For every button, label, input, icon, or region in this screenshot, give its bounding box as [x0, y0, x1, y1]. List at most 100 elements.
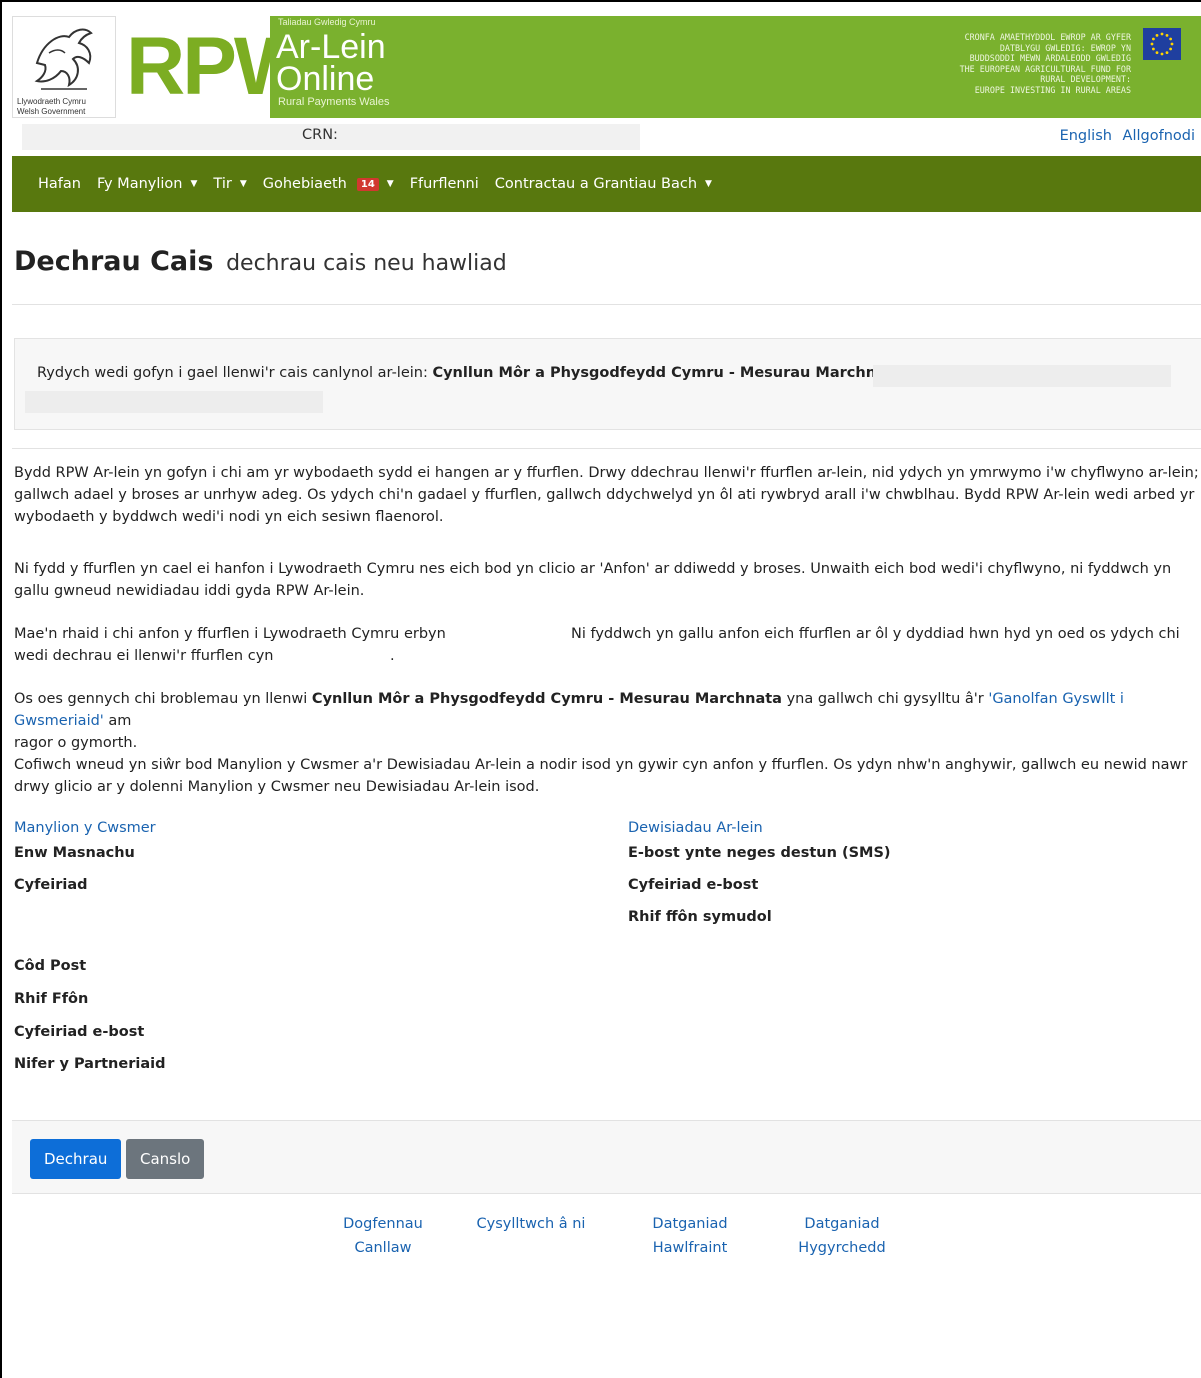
eu-text-line: RURAL DEVELOPMENT: — [1040, 74, 1131, 85]
gov-logo-welsh-text: Llywodraeth Cymru — [17, 97, 86, 106]
banner-ar-lein: Ar-Lein — [276, 28, 386, 66]
online-preferences-link[interactable]: Dewisiadau Ar-lein — [628, 820, 763, 836]
help-text-a: Os oes gennych chi broblemau yn llenwi — [14, 691, 312, 707]
eu-text-line: THE EUROPEAN AGRICULTURAL FUND FOR — [959, 63, 1131, 74]
page-title: Dechrau Cais dechrau cais neu hawliad — [14, 246, 507, 277]
redacted-field — [25, 391, 323, 413]
page-title-main: Dechrau Cais — [14, 246, 214, 277]
partners-text: Nifer y Partneriaid — [14, 1056, 166, 1072]
eu-funding-text: CRONFA AMAETHYDDOL EWROP AR GYFER DATBLY… — [960, 32, 1131, 96]
cancel-button[interactable]: Canslo — [126, 1139, 205, 1179]
contact-channel-label: E-bost ynte neges destun (SMS) — [628, 845, 891, 861]
main-navigation: Hafan Fy Manylion ▼ Tir ▼ Gohebiaeth 14 … — [12, 156, 1201, 212]
guidance-documents-link[interactable]: Dogfennau Canllaw — [338, 1212, 428, 1260]
info-prefix: Rydych wedi gofyn i gael llenwi'r cais c… — [37, 365, 433, 381]
phone-text: Rhif Ffôn — [14, 991, 89, 1007]
deadline-paragraph: Mae'n rhaid i chi anfon y ffurflen i Lyw… — [14, 623, 1201, 667]
eu-text-line: CRONFA AMAETHYDDOL EWROP AR GYFER — [964, 32, 1131, 42]
customer-details-section: Manylion y Cwsmer — [14, 820, 156, 842]
form-actions: Dechrau Canslo — [12, 1120, 1201, 1194]
info-scheme-name: Cynllun Môr a Physgodfeydd Cymru - Mesur… — [432, 365, 903, 381]
intro-paragraph: Bydd RPW Ar-lein yn gofyn i chi am yr wy… — [14, 465, 1199, 525]
online-preferences-section: Dewisiadau Ar-lein — [628, 820, 763, 842]
pref-email-label: Cyfeiriad e-bost — [628, 877, 758, 893]
eu-text-line: EUROPE INVESTING IN RURAL AREAS — [974, 84, 1131, 95]
partners-label: Nifer y Partneriaid — [14, 1056, 165, 1072]
accessibility-line-1: Datganiad — [804, 1216, 880, 1232]
contact-us-text: Cysylltwch â ni — [476, 1216, 586, 1232]
redacted-field — [873, 365, 1171, 387]
gov-logo-english-text: Welsh Government — [17, 107, 86, 116]
site-header: Llywodraeth Cymru Welsh Government RPW T… — [12, 16, 1201, 118]
help-text-d: am — [103, 713, 132, 729]
rpw-online-banner: Taliadau Gwledig Cymru Ar-Lein Online Ru… — [270, 16, 1201, 118]
copyright-line-2: Hawlfraint — [652, 1240, 728, 1256]
deadline-text-d: . — [390, 648, 395, 664]
banner-tagline: Taliadau Gwledig Cymru — [278, 17, 376, 27]
welsh-government-logo[interactable]: Llywodraeth Cymru Welsh Government — [12, 16, 116, 118]
unread-count-badge: 14 — [356, 177, 379, 191]
mobile-label: Rhif ffôn symudol — [628, 909, 772, 925]
eu-text-line: BUDDSODDI MEWN ARDALEODD GWLEDIG — [969, 53, 1131, 64]
banner-rural-payments: Rural Payments Wales — [278, 96, 390, 108]
trading-name-text: Enw Masnachu — [14, 845, 135, 861]
accessibility-statement-link[interactable]: Datganiad Hygyrchedd — [794, 1212, 890, 1260]
deadline-text-c: wedi dechrau ei llenwi'r ffurflen cyn — [14, 648, 274, 664]
copyright-statement-link[interactable]: Datganiad Hawlfraint — [644, 1212, 736, 1260]
copyright-line-1: Datganiad — [652, 1216, 728, 1232]
nav-correspondence-label: Gohebiaeth — [262, 176, 347, 192]
contact-channel-text: E-bost ynte neges destun (SMS) — [628, 845, 891, 861]
accessibility-line-2: Hygyrchedd — [798, 1240, 886, 1256]
help-paragraph: Os oes gennych chi broblemau yn llenwi C… — [14, 688, 1201, 754]
page: Llywodraeth Cymru Welsh Government RPW T… — [0, 0, 1201, 1378]
customer-details-link[interactable]: Manylion y Cwsmer — [14, 820, 156, 836]
help-text-c: yna gallwch chi gysylltu â'r — [781, 691, 989, 707]
divider — [12, 448, 1201, 449]
mobile-text: Rhif ffôn symudol — [628, 909, 772, 925]
header-links: English Allgofnodi — [1054, 128, 1195, 144]
guidance-documents-line-2: Canllaw — [354, 1240, 412, 1256]
dragon-icon — [34, 28, 93, 90]
start-button[interactable]: Dechrau — [30, 1139, 122, 1179]
chevron-down-icon: ▼ — [705, 179, 712, 189]
nav-correspondence[interactable]: Gohebiaeth 14 ▼ — [263, 176, 394, 192]
check-details-paragraph: Cofiwch wneud yn siŵr bod Manylion y Cws… — [14, 757, 1188, 795]
chevron-down-icon: ▼ — [386, 179, 394, 189]
application-info-box: Rydych wedi gofyn i gael llenwi'r cais c… — [14, 338, 1201, 430]
banner-online: Online — [276, 60, 375, 98]
nav-forms-label: Ffurflenni — [409, 176, 479, 192]
chevron-down-icon: ▼ — [239, 179, 247, 189]
nav-my-details-label: Fy Manylion — [96, 176, 183, 192]
eu-text-line: DATBLYGU GWLEDIG: EWROP YN — [999, 42, 1131, 53]
nav-contracts-grants[interactable]: Contractau a Grantiau Bach ▼ — [495, 176, 712, 192]
email-text: Cyfeiriad e-bost — [14, 1024, 145, 1040]
pref-email-text: Cyfeiriad e-bost — [628, 877, 759, 893]
nav-my-details[interactable]: Fy Manylion ▼ — [97, 176, 197, 192]
nav-forms[interactable]: Ffurflenni — [410, 176, 479, 192]
page-title-subtitle: dechrau cais neu hawliad — [226, 251, 507, 276]
nav-contracts-grants-label: Contractau a Grantiau Bach — [494, 176, 698, 192]
rpw-logo[interactable]: RPW — [116, 16, 311, 118]
english-link[interactable]: English — [1060, 128, 1112, 144]
chevron-down-icon: ▼ — [190, 179, 198, 189]
application-info-message: Rydych wedi gofyn i gael llenwi'r cais c… — [37, 365, 903, 381]
help-scheme-name: Cynllun Môr a Physgodfeydd Cymru - Mesur… — [311, 691, 782, 707]
eu-flag-icon — [1143, 28, 1181, 60]
logout-link[interactable]: Allgofnodi — [1123, 128, 1195, 144]
crn-label: CRN: — [302, 127, 338, 143]
guidance-documents-line-1: Dogfennau — [343, 1216, 423, 1232]
contact-us-link[interactable]: Cysylltwch â ni — [468, 1212, 594, 1236]
nav-home[interactable]: Hafan — [38, 176, 81, 192]
customer-info-bar: CRN: English Allgofnodi — [12, 122, 1201, 156]
divider — [12, 304, 1201, 305]
email-label: Cyfeiriad e-bost — [14, 1024, 144, 1040]
phone-label: Rhif Ffôn — [14, 991, 88, 1007]
submission-paragraph: Ni fydd y ffurflen yn cael ei hanfon i L… — [14, 561, 1172, 599]
nav-home-label: Hafan — [38, 176, 81, 192]
deadline-line-1: Mae'n rhaid i chi anfon y ffurflen i Lyw… — [14, 623, 1201, 645]
trading-name-label: Enw Masnachu — [14, 845, 135, 861]
nav-land[interactable]: Tir ▼ — [213, 176, 246, 192]
deadline-line-2: wedi dechrau ei llenwi'r ffurflen cyn . — [14, 645, 1201, 667]
address-text: Cyfeiriad — [14, 877, 88, 893]
address-label: Cyfeiriad — [14, 877, 88, 893]
